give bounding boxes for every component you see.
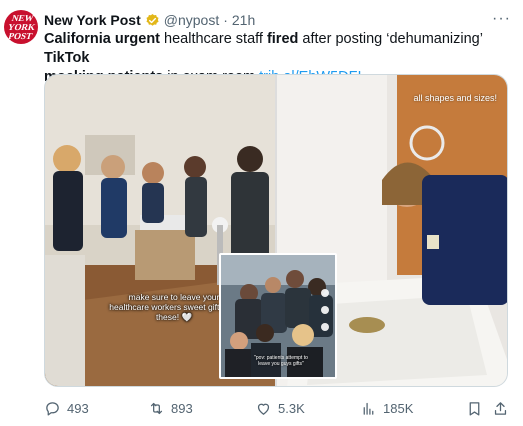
timestamp[interactable]: 21h bbox=[232, 12, 255, 28]
avatar[interactable]: NEW YORK POST bbox=[4, 10, 38, 44]
views-button[interactable]: 185K bbox=[360, 400, 413, 417]
like-button[interactable]: 5.3K bbox=[255, 400, 305, 417]
inset-like-icon bbox=[321, 289, 329, 297]
views-count: 185K bbox=[383, 400, 414, 416]
inset-share-icon bbox=[321, 323, 329, 331]
views-chart-icon bbox=[363, 402, 374, 415]
tweet-media[interactable]: make sure to leave your healthcare worke… bbox=[44, 74, 508, 387]
repost-count: 893 bbox=[171, 400, 193, 416]
reply-button[interactable]: 493 bbox=[44, 400, 89, 417]
more-options-icon[interactable]: ··· bbox=[492, 10, 511, 28]
heart-icon bbox=[257, 403, 270, 415]
right-photo-caption: all shapes and sizes! bbox=[413, 93, 497, 103]
tweet-text-bold-fired: fired bbox=[266, 31, 299, 47]
separator-dot: · bbox=[223, 12, 228, 28]
tweet-text-2: healthcare staff bbox=[160, 31, 267, 47]
author-handle[interactable]: @nypost bbox=[164, 12, 219, 28]
tweet-text-bold-1: California urgent bbox=[44, 31, 161, 47]
reply-count: 493 bbox=[67, 400, 89, 416]
avatar-text-post: POST bbox=[6, 30, 34, 41]
bookmark-icon bbox=[469, 401, 480, 416]
inset-comment-icon bbox=[321, 306, 329, 314]
verified-badge-icon bbox=[145, 13, 160, 28]
bookmark-button[interactable] bbox=[466, 400, 489, 417]
tweet-text-4: after posting ‘dehumanizing’ bbox=[298, 31, 483, 47]
reply-icon bbox=[46, 401, 59, 416]
tweet-actions: 493 893 5.3K 185K bbox=[44, 398, 514, 418]
inset-tiktok-icons bbox=[321, 289, 331, 340]
like-count: 5.3K bbox=[278, 400, 305, 416]
tweet-header: New York Post @nypost · 21h ··· bbox=[44, 10, 513, 30]
tweet-card[interactable]: NEW YORK POST New York Post @nypost · 21… bbox=[0, 0, 523, 426]
inset-caption: "pov: patients attempt to leave you guys… bbox=[254, 355, 308, 367]
repost-button[interactable]: 893 bbox=[148, 400, 193, 417]
tweet-text-bold-tiktok: TikTok bbox=[44, 50, 90, 66]
inset-group-photo[interactable]: "pov: patients attempt to leave you guys… bbox=[219, 253, 337, 379]
author-name[interactable]: New York Post bbox=[44, 12, 141, 28]
share-icon bbox=[494, 401, 507, 415]
share-button[interactable] bbox=[492, 400, 515, 417]
repost-icon bbox=[150, 402, 163, 414]
